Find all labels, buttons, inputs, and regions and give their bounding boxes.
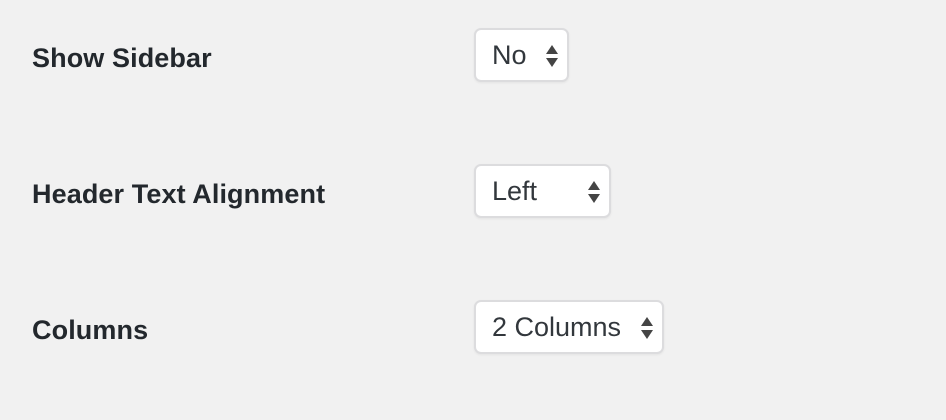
- header-text-alignment-selected-value: Left: [492, 176, 538, 206]
- header-text-alignment-label: Header Text Alignment: [32, 179, 326, 209]
- up-down-arrows-icon: [587, 179, 601, 205]
- columns-selected-value: 2 Columns: [492, 312, 622, 342]
- up-down-arrows-icon: [545, 43, 559, 69]
- setting-row-columns: Columns 2 Columns: [0, 300, 946, 360]
- show-sidebar-selected-value: No: [492, 40, 527, 70]
- columns-label: Columns: [32, 315, 149, 345]
- header-text-alignment-select[interactable]: Left: [474, 164, 611, 218]
- settings-panel: Show Sidebar No Header Text Alignment Le…: [0, 0, 946, 420]
- setting-row-header-text-alignment: Header Text Alignment Left: [0, 164, 946, 224]
- show-sidebar-select[interactable]: No: [474, 28, 569, 82]
- columns-select[interactable]: 2 Columns: [474, 300, 664, 354]
- setting-row-show-sidebar: Show Sidebar No: [0, 28, 946, 88]
- up-down-arrows-icon: [640, 315, 654, 341]
- show-sidebar-label: Show Sidebar: [32, 43, 212, 73]
